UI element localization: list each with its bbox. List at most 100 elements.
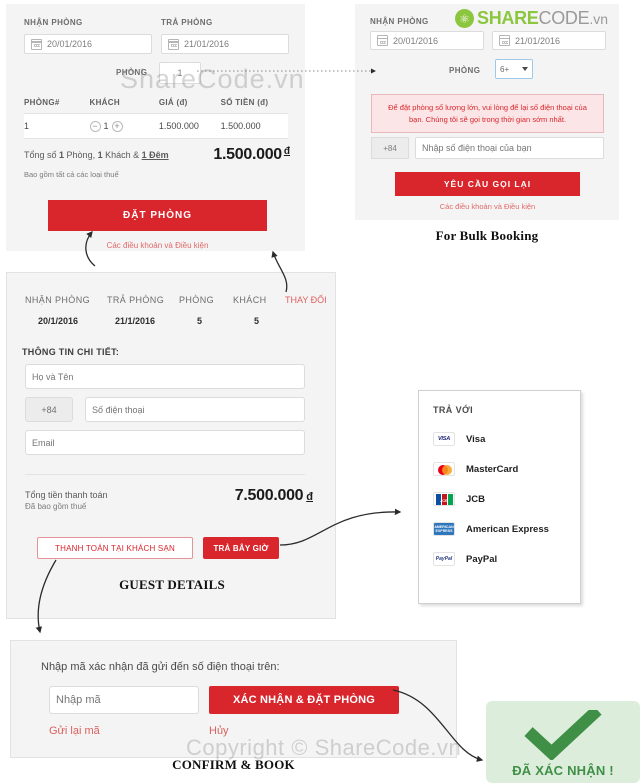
- guest-total-value: 7.500.000: [234, 487, 304, 504]
- bulk-country-code: +84: [371, 137, 409, 159]
- bulk-checkout-date-value: 21/01/2016: [515, 35, 561, 46]
- mastercard-icon: [433, 462, 455, 476]
- checkin-label: NHẬN PHÒNG: [24, 18, 83, 27]
- guest-tax-note: Đã bao gồm thuế: [25, 502, 87, 511]
- bulk-booking-panel: NHẬN PHÒNG 20/01/2016 21/01/2016 PHÒNG 6…: [355, 4, 619, 220]
- bulk-rooms-label: PHÒNG: [449, 66, 481, 75]
- booking-panel: NHẬN PHÒNG TRẢ PHÒNG 20/01/2016 21/01/20…: [6, 4, 305, 251]
- jcb-icon: JCB: [433, 492, 455, 506]
- bulk-rooms-select[interactable]: 6+: [495, 59, 533, 79]
- terms-link[interactable]: Các điều khoản và Điều kiện: [48, 241, 267, 250]
- sharecode-logo: ⚛ SHARE CODE .vn: [455, 8, 608, 29]
- guest-phone-input[interactable]: [85, 397, 305, 422]
- increment-icon[interactable]: +: [111, 120, 123, 132]
- resend-code-link[interactable]: Gửi lại mã: [49, 725, 100, 737]
- checkout-label: TRẢ PHÒNG: [161, 18, 213, 27]
- bulk-rooms-value: 6+: [500, 64, 510, 74]
- check-icon: [524, 710, 602, 760]
- amex-icon: AMERICAN EXPRESS: [433, 522, 455, 536]
- rooms-select-value: 1: [177, 68, 183, 78]
- change-link[interactable]: THAY ĐỔI: [285, 295, 327, 305]
- payment-method-label: PayPal: [466, 553, 498, 565]
- grand-total-value: 1.500.000: [213, 146, 282, 163]
- guest-count: 1: [103, 121, 109, 131]
- summary-value-rooms: 5: [197, 316, 203, 326]
- payment-panel-title: TRẢ VỚI: [433, 405, 473, 415]
- logo-mark-icon: ⚛: [455, 9, 474, 28]
- book-button[interactable]: ĐẶT PHÒNG: [48, 200, 267, 231]
- checkout-date-input[interactable]: 21/01/2016: [161, 34, 289, 54]
- payment-methods-panel: TRẢ VỚI VISA Visa MasterCard JCB JCB AME…: [418, 390, 581, 604]
- details-title: THÔNG TIN CHI TIẾT:: [22, 347, 120, 357]
- payment-method-row[interactable]: AMERICAN EXPRESS American Express: [433, 522, 549, 536]
- guest-stepper[interactable]: − 1 +: [89, 120, 159, 132]
- bulk-phone-input[interactable]: [415, 137, 604, 159]
- bulk-checkout-date-input[interactable]: 21/01/2016: [492, 31, 606, 50]
- table-header-price: GIÁ (đ): [158, 98, 188, 107]
- checkout-date-value: 21/01/2016: [184, 39, 230, 49]
- visa-icon: VISA: [433, 432, 455, 446]
- bulk-checkin-date-input[interactable]: 20/01/2016: [370, 31, 484, 50]
- cell-room-number: 1: [24, 121, 30, 131]
- rooms-label: PHÒNG: [116, 68, 148, 77]
- rooms-select[interactable]: 1: [159, 62, 201, 84]
- email-input[interactable]: [25, 430, 305, 455]
- guest-summary-headers: NHẬN PHÒNG TRẢ PHÒNG PHÒNG KHÁCH THAY ĐỔ…: [25, 295, 327, 305]
- payment-method-row[interactable]: MasterCard: [433, 462, 518, 476]
- bulk-checkin-date-value: 20/01/2016: [393, 35, 439, 46]
- checkin-date-input[interactable]: 20/01/2016: [24, 34, 152, 54]
- calendar-icon: [377, 35, 388, 46]
- confirm-and-book-button[interactable]: XÁC NHẬN & ĐẶT PHÒNG: [209, 686, 399, 714]
- table-row: 1 − 1 + 1.500.000 1.500.000: [24, 113, 288, 139]
- cell-amount: 1.500.000: [220, 121, 261, 131]
- summary-prefix: Tổng số: [24, 150, 60, 160]
- decrement-icon[interactable]: −: [89, 120, 101, 132]
- summary-header-checkout: TRẢ PHÒNG: [107, 295, 165, 305]
- pay-at-hotel-button[interactable]: THANH TOÁN TẠI KHÁCH SẠN: [37, 537, 193, 559]
- bulk-checkin-label: NHẬN PHÒNG: [370, 17, 429, 26]
- summary-header-guests: KHÁCH: [233, 295, 267, 305]
- summary-header-checkin: NHẬN PHÒNG: [25, 295, 91, 305]
- callback-request-button[interactable]: YÊU CẦU GỌI LẠI: [395, 172, 580, 196]
- success-box: ĐÃ XÁC NHẬN !: [486, 701, 640, 783]
- confirm-book-panel: Nhập mã xác nhận đã gửi đến số điện thoạ…: [10, 640, 457, 758]
- calendar-icon: [168, 38, 179, 50]
- logo-text-share: SHARE: [477, 8, 539, 28]
- table-header-amount: SỐ TIỀN (đ): [220, 98, 269, 107]
- summary-nights[interactable]: 1 Đêm: [142, 150, 169, 160]
- booking-summary: Tổng số 1 Phòng, 1 Khách & 1 Đêm: [24, 150, 169, 160]
- pay-now-button[interactable]: TRẢ BÂY GIỜ: [203, 537, 279, 559]
- success-label: ĐÃ XÁC NHẬN !: [512, 763, 614, 778]
- table-header-room: PHÒNG#: [24, 98, 60, 107]
- bulk-booking-caption: For Bulk Booking: [435, 228, 539, 243]
- cancel-link[interactable]: Hủy: [209, 725, 229, 737]
- chevron-down-icon: [522, 67, 528, 71]
- full-name-input[interactable]: [25, 364, 305, 389]
- summary-value-guests: 5: [254, 316, 260, 326]
- payment-method-label: Visa: [466, 433, 486, 445]
- table-header-guest: KHÁCH: [89, 98, 120, 107]
- payment-method-row[interactable]: VISA Visa: [433, 432, 485, 446]
- confirm-book-caption: CONFIRM & BOOK: [172, 757, 295, 772]
- currency-symbol: đ: [283, 146, 290, 157]
- guest-summary-values: 20/1/2016 21/1/2016 5 5: [25, 316, 285, 326]
- guest-details-panel: NHẬN PHÒNG TRẢ PHÒNG PHÒNG KHÁCH THAY ĐỔ…: [6, 272, 336, 619]
- guest-currency-symbol: đ: [306, 491, 313, 503]
- summary-mid2: Khách &: [102, 150, 142, 160]
- payment-method-row[interactable]: JCB JCB: [433, 492, 485, 506]
- summary-mid1: Phòng,: [64, 150, 98, 160]
- payment-method-label: MasterCard: [466, 463, 519, 475]
- paypal-icon: PayPal: [433, 552, 455, 566]
- payment-method-label: American Express: [466, 523, 549, 535]
- bulk-notice: Để đặt phòng số lượng lớn, vui lòng để l…: [371, 94, 604, 134]
- summary-value-checkin: 20/1/2016: [38, 316, 79, 326]
- grand-total: 1.500.000 đ: [213, 146, 290, 164]
- confirm-prompt: Nhập mã xác nhận đã gửi đến số điện thoạ…: [41, 661, 280, 673]
- confirm-code-input[interactable]: [49, 686, 199, 714]
- payment-method-row[interactable]: PayPal PayPal: [433, 552, 497, 566]
- summary-value-checkout: 21/1/2016: [115, 316, 156, 326]
- logo-text-code: CODE: [538, 8, 590, 28]
- bulk-terms-link[interactable]: Các điều khoản và Điều kiện: [395, 202, 580, 211]
- summary-header-rooms: PHÒNG: [179, 295, 215, 305]
- cell-price: 1.500.000: [158, 121, 199, 131]
